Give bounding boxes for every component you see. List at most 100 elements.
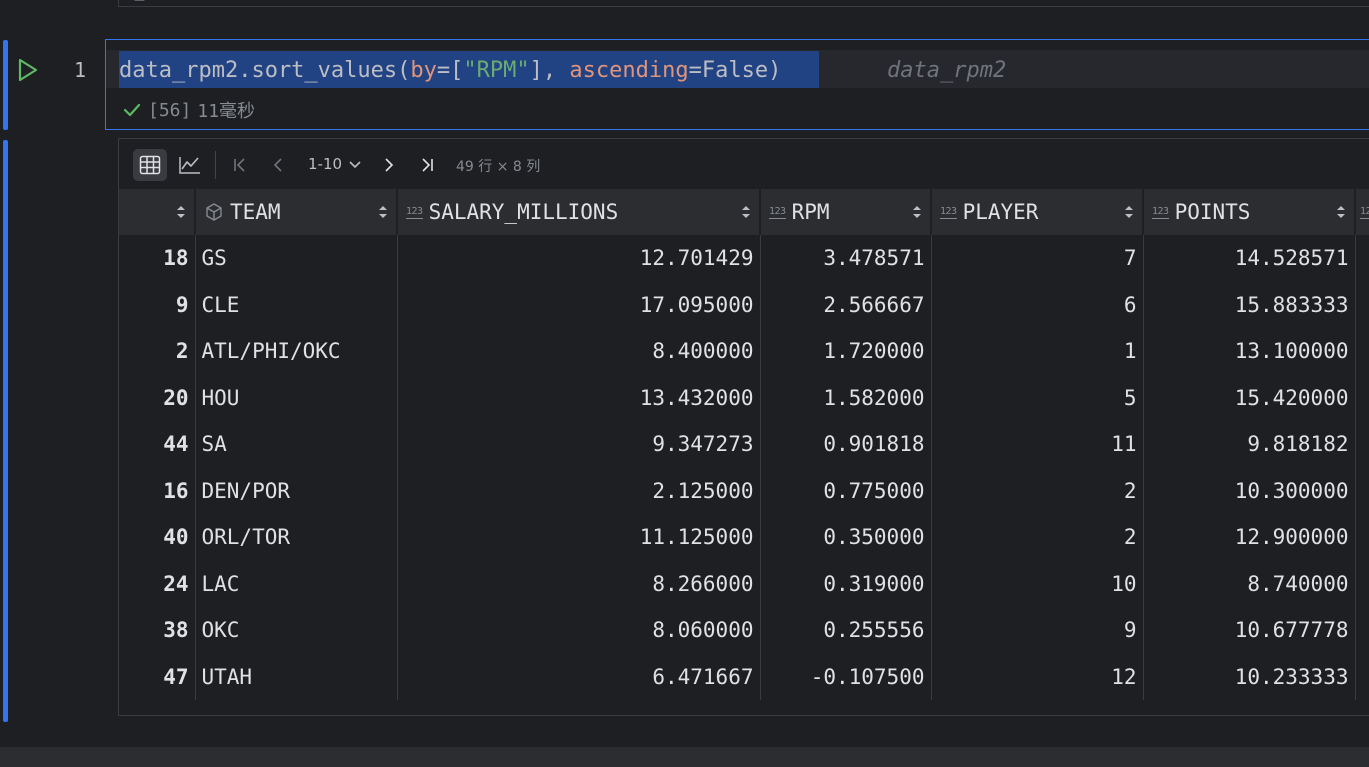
table-view-button[interactable] — [133, 149, 167, 181]
salary-cell[interactable]: 6.471667 — [397, 653, 761, 700]
points-cell[interactable]: 10.233333 — [1143, 653, 1356, 700]
rpm-cell[interactable]: 2.566667 — [760, 281, 932, 328]
salary-cell[interactable]: 2.125000 — [397, 467, 761, 514]
player-cell[interactable]: 2 — [931, 467, 1144, 514]
row-index-cell[interactable]: 18 — [119, 235, 196, 282]
rpm-cell[interactable]: 0.901818 — [760, 421, 932, 468]
points-cell[interactable]: 9.818182 — [1143, 421, 1356, 468]
points-cell[interactable]: 10.300000 — [1143, 467, 1356, 514]
team-cell[interactable]: GS — [195, 235, 398, 282]
team-cell[interactable]: HOU — [195, 374, 398, 421]
row-index-cell[interactable]: 44 — [119, 421, 196, 468]
row-index-cell[interactable]: 16 — [119, 467, 196, 514]
player-cell[interactable]: 1 — [931, 328, 1144, 375]
table-row[interactable]: 9 CLE 17.095000 2.566667 6 15.883333 — [119, 281, 1369, 328]
previous-page-button[interactable] — [265, 149, 291, 181]
player-cell[interactable]: 10 — [931, 560, 1144, 607]
output-toolbar: 1-10 49 行 × 8 列 — [119, 139, 1369, 189]
points-cell[interactable]: 15.420000 — [1143, 374, 1356, 421]
table-row[interactable]: 44 SA 9.347273 0.901818 11 9.818182 — [119, 421, 1369, 468]
table-row[interactable]: 38 OKC 8.060000 0.255556 9 10.677778 — [119, 607, 1369, 654]
code-cell[interactable]: data_rpm2.sort_values(by=["RPM"], ascend… — [105, 39, 1369, 130]
team-cell[interactable]: ATL/PHI/OKC — [195, 328, 398, 375]
column-header-points[interactable]: 123 POINTS — [1143, 189, 1356, 235]
rpm-cell[interactable]: 0.775000 — [760, 467, 932, 514]
table-row[interactable]: 47 UTAH 6.471667 -0.107500 12 10.233333 — [119, 653, 1369, 700]
points-cell[interactable]: 12.900000 — [1143, 514, 1356, 561]
rpm-cell[interactable]: -0.107500 — [760, 653, 932, 700]
salary-cell[interactable]: 8.400000 — [397, 328, 761, 375]
points-cell[interactable]: 14.528571 — [1143, 235, 1356, 282]
page-range-dropdown[interactable]: 1-10 — [308, 155, 362, 173]
salary-cell[interactable]: 13.432000 — [397, 374, 761, 421]
salary-cell[interactable]: 8.060000 — [397, 607, 761, 654]
rpm-cell[interactable]: 1.582000 — [760, 374, 932, 421]
rpm-cell[interactable]: 3.478571 — [760, 235, 932, 282]
salary-cell[interactable]: 11.125000 — [397, 514, 761, 561]
rpm-cell[interactable]: 0.319000 — [760, 560, 932, 607]
team-cell[interactable]: UTAH — [195, 653, 398, 700]
column-header-player[interactable]: 123 PLAYER — [931, 189, 1144, 235]
code-param-by: by — [410, 58, 437, 83]
table-row[interactable]: 2 ATL/PHI/OKC 8.400000 1.720000 1 13.100000 — [119, 328, 1369, 375]
table-row[interactable]: 24 LAC 8.266000 0.319000 10 8.740000 — [119, 560, 1369, 607]
team-cell[interactable]: ORL/TOR — [195, 514, 398, 561]
table-row[interactable]: 18 GS 12.701429 3.478571 7 14.528571 — [119, 235, 1369, 282]
team-cell[interactable]: LAC — [195, 560, 398, 607]
column-header-team[interactable]: TEAM — [195, 189, 398, 235]
player-cell[interactable]: 7 — [931, 235, 1144, 282]
row-index-cell[interactable]: 40 — [119, 514, 196, 561]
player-cell[interactable]: 2 — [931, 514, 1144, 561]
next-page-button[interactable] — [376, 149, 402, 181]
column-header-salary-millions[interactable]: 123 SALARY_MILLIONS — [397, 189, 761, 235]
sort-icon[interactable] — [1124, 205, 1134, 219]
dataframe-shape: 49 行 × 8 列 — [456, 159, 541, 175]
last-page-button[interactable] — [414, 149, 440, 181]
clipped-cell — [1355, 514, 1369, 561]
sort-icon[interactable] — [378, 205, 388, 219]
sort-icon[interactable] — [912, 205, 922, 219]
play-icon[interactable] — [14, 57, 40, 83]
column-header-clipped[interactable]: 123 — [1355, 189, 1369, 235]
rpm-cell[interactable]: 0.350000 — [760, 514, 932, 561]
rpm-cell[interactable]: 0.255556 — [760, 607, 932, 654]
row-index-cell[interactable]: 38 — [119, 607, 196, 654]
points-cell[interactable]: 8.740000 — [1143, 560, 1356, 607]
row-index-cell[interactable]: 24 — [119, 560, 196, 607]
rpm-cell[interactable]: 1.720000 — [760, 328, 932, 375]
row-index-cell[interactable]: 20 — [119, 374, 196, 421]
chart-view-button[interactable] — [173, 149, 207, 181]
salary-cell[interactable]: 8.266000 — [397, 560, 761, 607]
column-header-rpm[interactable]: 123 RPM — [760, 189, 932, 235]
player-cell[interactable]: 5 — [931, 374, 1144, 421]
first-page-button[interactable] — [227, 149, 253, 181]
sort-icon[interactable] — [1336, 205, 1346, 219]
team-cell[interactable]: CLE — [195, 281, 398, 328]
team-cell[interactable]: SA — [195, 421, 398, 468]
row-index-cell[interactable]: 47 — [119, 653, 196, 700]
sort-icon[interactable] — [176, 205, 186, 219]
table-row[interactable]: 20 HOU 13.432000 1.582000 5 15.420000 — [119, 374, 1369, 421]
player-cell[interactable]: 12 — [931, 653, 1144, 700]
row-index-cell[interactable]: 2 — [119, 328, 196, 375]
points-cell[interactable]: 15.883333 — [1143, 281, 1356, 328]
salary-cell[interactable]: 17.095000 — [397, 281, 761, 328]
numeric-type-icon: 123 — [1360, 206, 1369, 219]
code-editor[interactable]: data_rpm2.sort_values(by=["RPM"], ascend… — [119, 58, 781, 83]
player-cell[interactable]: 6 — [931, 281, 1144, 328]
points-cell[interactable]: 10.677778 — [1143, 607, 1356, 654]
sort-icon[interactable] — [741, 205, 751, 219]
cell-focus-bar[interactable] — [3, 40, 8, 130]
column-header-index[interactable] — [119, 189, 196, 235]
team-cell[interactable]: OKC — [195, 607, 398, 654]
table-row[interactable]: 40 ORL/TOR 11.125000 0.350000 2 12.900000 — [119, 514, 1369, 561]
points-cell[interactable]: 13.100000 — [1143, 328, 1356, 375]
player-cell[interactable]: 11 — [931, 421, 1144, 468]
row-index-cell[interactable]: 9 — [119, 281, 196, 328]
table-row[interactable]: 16 DEN/POR 2.125000 0.775000 2 10.300000 — [119, 467, 1369, 514]
salary-cell[interactable]: 9.347273 — [397, 421, 761, 468]
output-focus-bar[interactable] — [3, 140, 8, 722]
player-cell[interactable]: 9 — [931, 607, 1144, 654]
team-cell[interactable]: DEN/POR — [195, 467, 398, 514]
salary-cell[interactable]: 12.701429 — [397, 235, 761, 282]
